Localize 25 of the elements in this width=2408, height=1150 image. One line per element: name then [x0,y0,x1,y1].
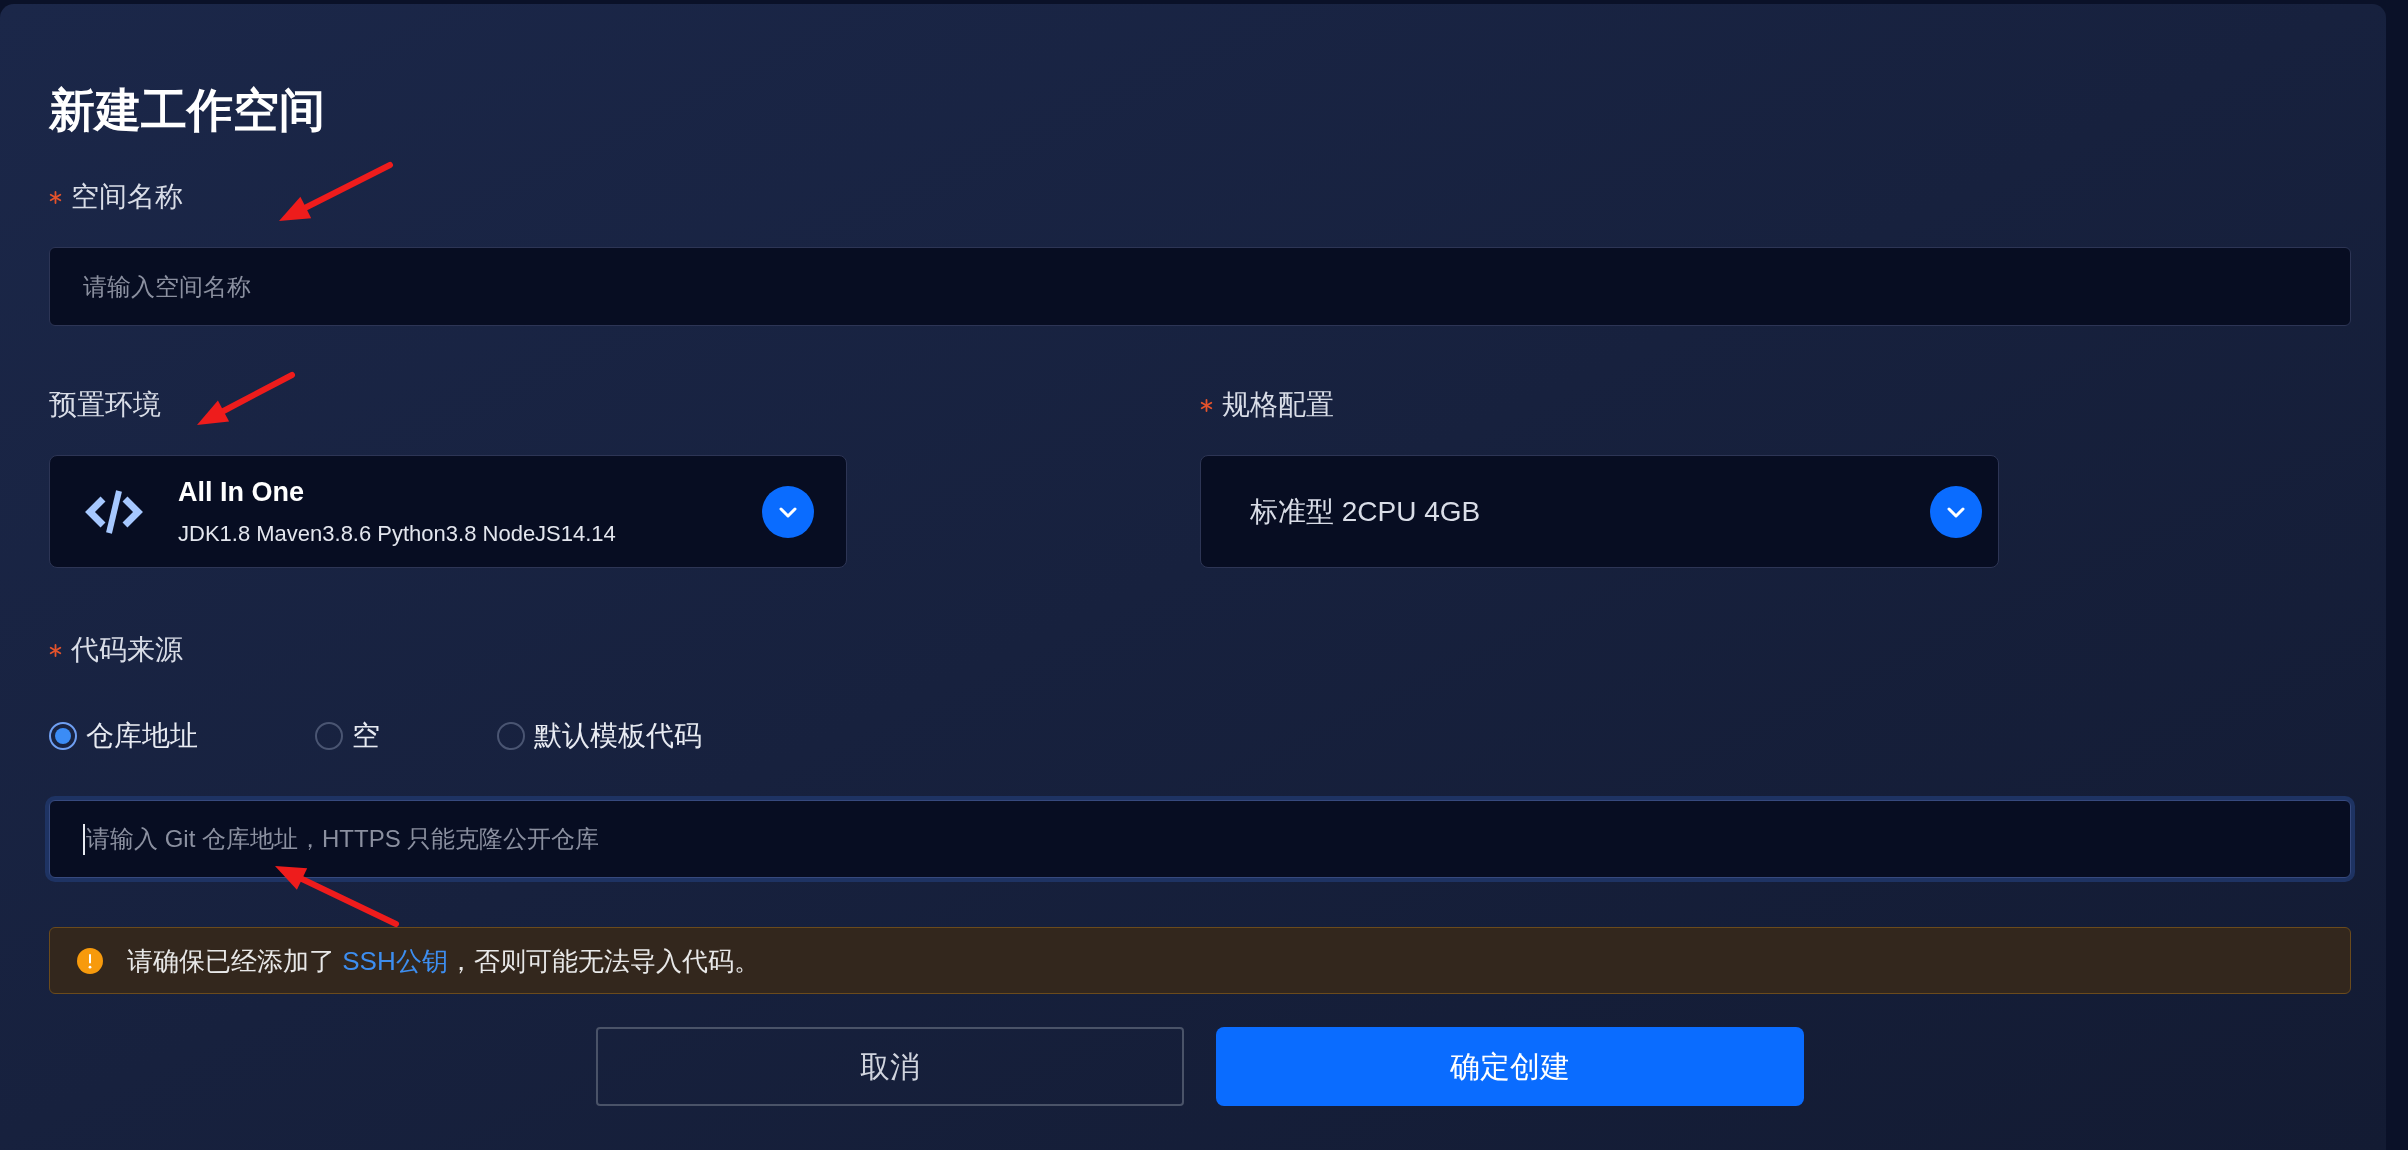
environment-name: All In One [178,476,304,507]
spec-select[interactable]: 标准型 2CPU 4GB [1200,455,1999,568]
repository-url-field[interactable]: 请输入 Git 仓库地址，HTTPS 只能克隆公开仓库 [49,800,2351,878]
radio-label[interactable]: 空 [352,722,380,750]
confirm-button[interactable]: 确定创建 [1216,1027,1804,1106]
environment-description: JDK1.8 Maven3.8.6 Python3.8 NodeJS14.14 [178,520,616,547]
radio-label[interactable]: 仓库地址 [86,722,198,750]
dialog-title: 新建工作空间 [49,87,325,133]
field-label: 代码来源 [71,636,183,664]
environment-select[interactable]: All In One JDK1.8 Maven3.8.6 Python3.8 NodeJS14.14 [49,455,847,568]
warning-icon [77,947,103,974]
radio-button[interactable] [49,722,77,750]
chevron-down-icon [762,485,814,538]
radio-button[interactable] [497,722,525,750]
text-cursor [83,824,85,855]
field-label: 预置环境 [49,391,161,419]
field-label: 空间名称 [71,183,183,211]
field-label: 规格配置 [1222,391,1334,419]
radio-label[interactable]: 默认模板代码 [534,722,702,750]
workspace-name-field[interactable]: 请输入空间名称 [49,247,2351,326]
radio-button[interactable] [315,722,343,750]
ssh-key-link[interactable]: SSH公钥 [342,945,448,976]
chevron-down-icon [1930,485,1982,538]
cancel-button[interactable]: 取消 [596,1027,1184,1106]
warning-message: 请确保已经添加了 SSH公钥，否则可能无法导入代码。 [127,945,760,976]
